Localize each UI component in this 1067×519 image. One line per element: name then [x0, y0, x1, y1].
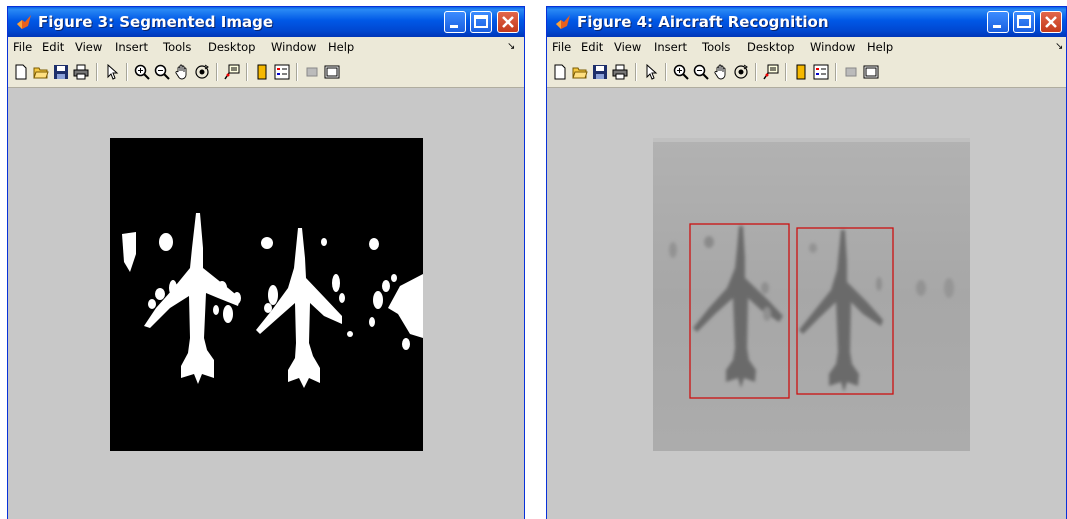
close-icon: [502, 16, 514, 28]
zoom-out-icon[interactable]: [154, 64, 170, 80]
minimize-icon: [993, 25, 1001, 28]
show-plot-tools-icon[interactable]: [324, 64, 340, 80]
menu-edit[interactable]: Edit: [42, 40, 64, 54]
menu-window[interactable]: Window: [810, 40, 855, 54]
minimize-button[interactable]: [444, 11, 466, 33]
pointer-icon[interactable]: [643, 64, 659, 80]
menu-file[interactable]: File: [13, 40, 32, 54]
close-button[interactable]: [1040, 11, 1062, 33]
window-title: Figure 3: Segmented Image: [38, 13, 273, 31]
toolbar-separator: [635, 63, 637, 81]
minimize-icon: [450, 25, 458, 28]
menu-dock-arrow-icon[interactable]: ↘: [507, 41, 515, 52]
new-file-icon[interactable]: [13, 64, 29, 80]
toolbar-separator: [246, 63, 248, 81]
print-icon[interactable]: [73, 64, 89, 80]
segmented-image-axes[interactable]: [110, 138, 423, 451]
menu-bar: File Edit View Insert Tools Desktop Wind…: [547, 37, 1066, 57]
menu-help[interactable]: Help: [328, 40, 354, 54]
close-icon: [1045, 16, 1057, 28]
data-cursor-icon[interactable]: [763, 64, 779, 80]
zoom-out-icon[interactable]: [693, 64, 709, 80]
maximize-icon: [1017, 15, 1031, 28]
save-icon[interactable]: [53, 64, 69, 80]
toolbar-separator: [785, 63, 787, 81]
menu-tools[interactable]: Tools: [163, 40, 191, 54]
toolbar-separator: [296, 63, 298, 81]
menu-insert[interactable]: Insert: [654, 40, 687, 54]
menu-help[interactable]: Help: [867, 40, 893, 54]
maximize-icon: [474, 15, 488, 28]
toolbar-separator: [835, 63, 837, 81]
hide-plot-tools-icon[interactable]: [304, 64, 320, 80]
matlab-logo-icon: [17, 15, 31, 29]
new-file-icon[interactable]: [552, 64, 568, 80]
menu-dock-arrow-icon[interactable]: ↘: [1055, 41, 1063, 52]
save-icon[interactable]: [592, 64, 608, 80]
zoom-in-icon[interactable]: [673, 64, 689, 80]
pan-hand-icon[interactable]: [713, 64, 729, 80]
pointer-icon[interactable]: [104, 64, 120, 80]
close-button[interactable]: [497, 11, 519, 33]
toolbar-separator: [216, 63, 218, 81]
matlab-logo-icon: [556, 15, 570, 29]
menu-desktop[interactable]: Desktop: [208, 40, 255, 54]
window-title: Figure 4: Aircraft Recognition: [577, 13, 829, 31]
menu-desktop[interactable]: Desktop: [747, 40, 794, 54]
aircraft-recognition-axes[interactable]: [653, 138, 970, 451]
hide-plot-tools-icon[interactable]: [843, 64, 859, 80]
title-bar[interactable]: Figure 4: Aircraft Recognition: [547, 7, 1066, 37]
figure-toolbar: [8, 57, 524, 88]
menu-tools[interactable]: Tools: [702, 40, 730, 54]
toolbar-separator: [755, 63, 757, 81]
rotate-3d-icon[interactable]: [194, 64, 210, 80]
maximize-button[interactable]: [470, 11, 492, 33]
colorbar-icon[interactable]: [793, 64, 809, 80]
menu-edit[interactable]: Edit: [581, 40, 603, 54]
open-folder-icon[interactable]: [572, 64, 588, 80]
toolbar-separator: [126, 63, 128, 81]
zoom-in-icon[interactable]: [134, 64, 150, 80]
rotate-3d-icon[interactable]: [733, 64, 749, 80]
show-plot-tools-icon[interactable]: [863, 64, 879, 80]
toolbar-separator: [96, 63, 98, 81]
toolbar-separator: [665, 63, 667, 81]
menu-bar: File Edit View Insert Tools Desktop Wind…: [8, 37, 524, 57]
menu-view[interactable]: View: [614, 40, 641, 54]
menu-file[interactable]: File: [552, 40, 571, 54]
menu-view[interactable]: View: [75, 40, 102, 54]
figure-window-segmented: Figure 3: Segmented Image File Edit View…: [7, 6, 525, 519]
maximize-button[interactable]: [1013, 11, 1035, 33]
menu-window[interactable]: Window: [271, 40, 316, 54]
data-cursor-icon[interactable]: [224, 64, 240, 80]
colorbar-icon[interactable]: [254, 64, 270, 80]
figure-window-recognition: Figure 4: Aircraft Recognition File Edit…: [546, 6, 1067, 519]
minimize-button[interactable]: [987, 11, 1009, 33]
legend-icon[interactable]: [813, 64, 829, 80]
menu-insert[interactable]: Insert: [115, 40, 148, 54]
pan-hand-icon[interactable]: [174, 64, 190, 80]
legend-icon[interactable]: [274, 64, 290, 80]
print-icon[interactable]: [612, 64, 628, 80]
figure-toolbar: [547, 57, 1066, 88]
open-folder-icon[interactable]: [33, 64, 49, 80]
title-bar[interactable]: Figure 3: Segmented Image: [8, 7, 524, 37]
